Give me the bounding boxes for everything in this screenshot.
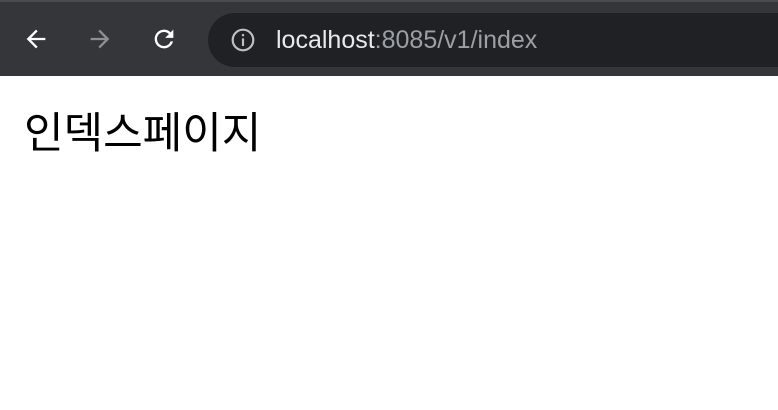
arrow-right-icon [90,29,110,49]
info-icon[interactable] [230,27,256,53]
back-button[interactable] [18,21,54,57]
address-bar[interactable]: localhost:8085/v1/index [208,13,778,67]
browser-toolbar: localhost:8085/v1/index [0,0,778,76]
reload-icon [154,29,174,49]
page-content: 인덱스페이지 [0,76,778,410]
url-path: :8085/v1/index [374,26,538,54]
page-heading: 인덱스페이지 [24,109,262,159]
url-host: localhost [276,26,375,54]
forward-button[interactable] [82,21,118,57]
url-text[interactable]: localhost:8085/v1/index [276,25,537,55]
arrow-left-icon [26,29,46,49]
reload-button[interactable] [146,21,182,57]
